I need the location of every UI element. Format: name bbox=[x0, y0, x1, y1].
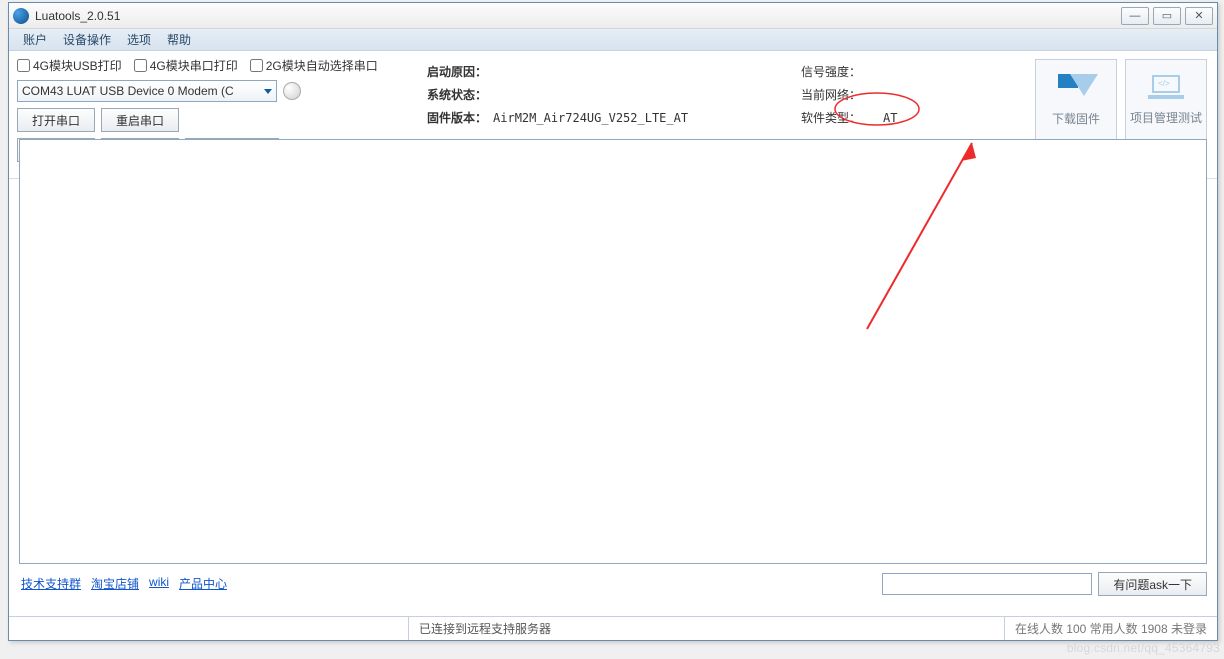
menu-device[interactable]: 设备操作 bbox=[55, 29, 119, 50]
window-title: Luatools_2.0.51 bbox=[35, 9, 1121, 23]
check-4g-uart[interactable]: 4G模块串口打印 bbox=[134, 57, 238, 74]
boot-reason-value bbox=[493, 61, 692, 82]
statusbar: 已连接到远程支持服务器 在线人数 100 常用人数 1908 未登录 bbox=[9, 616, 1217, 640]
menu-options[interactable]: 选项 bbox=[119, 29, 159, 50]
sw-type-value: AT bbox=[867, 107, 901, 128]
watermark-text: blog.csdn.net/qq_45364793 bbox=[1067, 641, 1220, 655]
status-cell-1 bbox=[9, 617, 409, 640]
device-select[interactable]: COM43 LUAT USB Device 0 Modem (C bbox=[17, 80, 277, 102]
log-textarea[interactable] bbox=[19, 139, 1207, 564]
open-port-button[interactable]: 打开串口 bbox=[17, 108, 95, 132]
refresh-icon[interactable] bbox=[283, 82, 301, 100]
menu-help[interactable]: 帮助 bbox=[159, 29, 199, 50]
app-window: Luatools_2.0.51 — ▭ ✕ 账户 设备操作 选项 帮助 4G模块… bbox=[8, 2, 1218, 641]
download-firmware-button[interactable]: 下载固件 bbox=[1035, 59, 1117, 141]
info-left: 启动原因： 系统状态： 固件版本：AirM2M_Air724UG_V252_LT… bbox=[425, 59, 694, 130]
check-2g-auto-box[interactable] bbox=[250, 59, 263, 72]
restart-port-button[interactable]: 重启串口 bbox=[101, 108, 179, 132]
check-4g-uart-box[interactable] bbox=[134, 59, 147, 72]
download-firmware-label: 下载固件 bbox=[1052, 110, 1100, 127]
check-2g-auto-label: 2G模块自动选择串口 bbox=[266, 57, 378, 74]
maximize-button[interactable]: ▭ bbox=[1153, 7, 1181, 25]
sw-type-label: 软件类型： bbox=[801, 107, 865, 128]
sys-status-label: 系统状态： bbox=[427, 84, 491, 105]
fw-version-value: AirM2M_Air724UG_V252_LTE_AT bbox=[493, 107, 692, 128]
link-product-center[interactable]: 产品中心 bbox=[179, 575, 227, 592]
check-4g-usb[interactable]: 4G模块USB打印 bbox=[17, 57, 122, 74]
project-manage-button[interactable]: </> 项目管理测试 bbox=[1125, 59, 1207, 141]
footer-links: 技术支持群 淘宝店铺 wiki 产品中心 bbox=[21, 575, 227, 592]
ask-input[interactable] bbox=[882, 573, 1092, 595]
menubar: 账户 设备操作 选项 帮助 bbox=[9, 29, 1217, 51]
sys-status-value bbox=[493, 84, 692, 105]
app-icon bbox=[13, 8, 29, 24]
project-manage-label: 项目管理测试 bbox=[1130, 109, 1202, 126]
titlebar: Luatools_2.0.51 — ▭ ✕ bbox=[9, 3, 1217, 29]
chevron-down-icon bbox=[264, 89, 272, 94]
link-wiki[interactable]: wiki bbox=[149, 575, 169, 592]
network-label: 当前网络： bbox=[801, 84, 865, 105]
signal-value bbox=[867, 61, 901, 82]
signal-label: 信号强度： bbox=[801, 61, 865, 82]
check-4g-usb-label: 4G模块USB打印 bbox=[33, 57, 122, 74]
ask-button[interactable]: 有问题ask一下 bbox=[1098, 572, 1207, 596]
laptop-icon: </> bbox=[1146, 75, 1186, 103]
device-select-text: COM43 LUAT USB Device 0 Modem (C bbox=[22, 84, 234, 98]
check-2g-auto[interactable]: 2G模块自动选择串口 bbox=[250, 57, 378, 74]
status-connected: 已连接到远程支持服务器 bbox=[409, 617, 1005, 640]
fw-version-label: 固件版本： bbox=[427, 107, 491, 128]
download-icon bbox=[1058, 74, 1094, 104]
check-4g-usb-box[interactable] bbox=[17, 59, 30, 72]
link-tech-support[interactable]: 技术支持群 bbox=[21, 575, 81, 592]
status-online: 在线人数 100 常用人数 1908 未登录 bbox=[1005, 617, 1217, 640]
close-button[interactable]: ✕ bbox=[1185, 7, 1213, 25]
menu-account[interactable]: 账户 bbox=[15, 29, 55, 50]
info-right: 信号强度： 当前网络： 软件类型：AT bbox=[799, 59, 903, 130]
minimize-button[interactable]: — bbox=[1121, 7, 1149, 25]
check-4g-uart-label: 4G模块串口打印 bbox=[150, 57, 238, 74]
network-value bbox=[867, 84, 901, 105]
link-taobao[interactable]: 淘宝店铺 bbox=[91, 575, 139, 592]
boot-reason-label: 启动原因： bbox=[427, 61, 491, 82]
